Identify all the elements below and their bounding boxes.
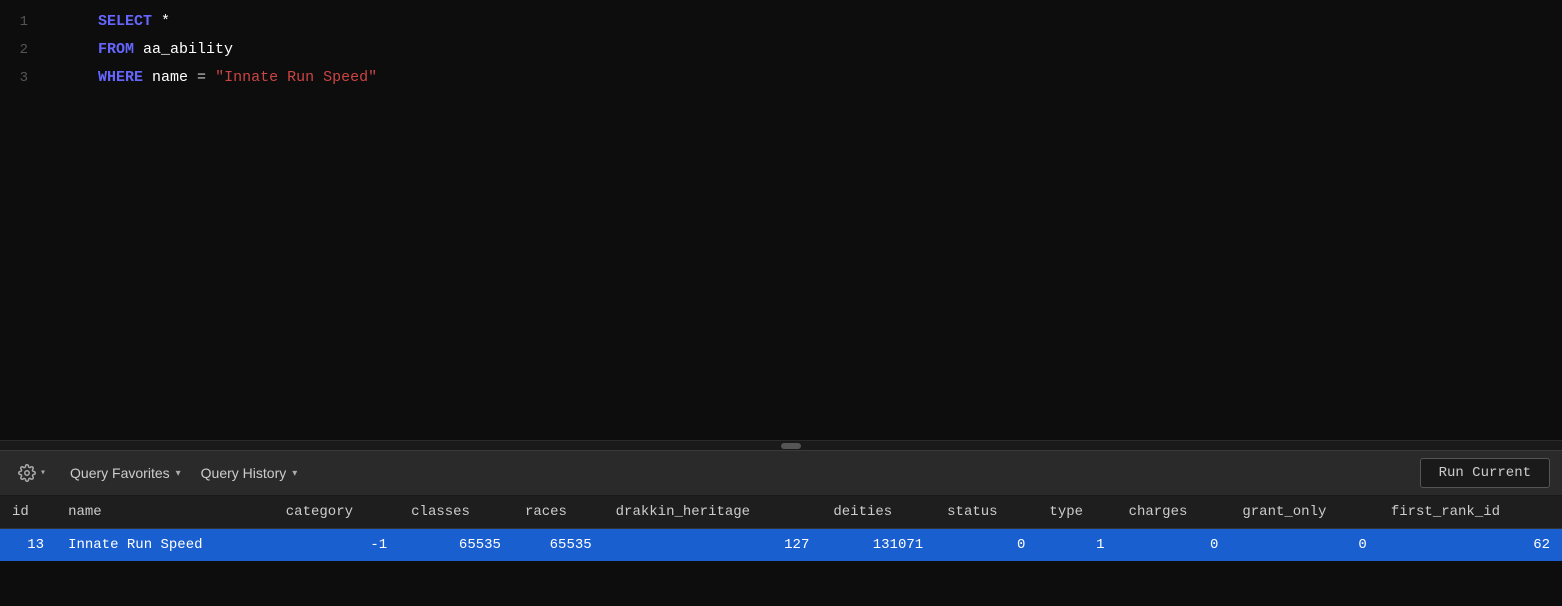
cell-category: -1 — [274, 529, 399, 562]
query-favorites-label: Query Favorites — [70, 465, 170, 481]
sql-editor[interactable]: 1 SELECT * 2 FROM aa_ability 3 WHERE nam… — [0, 0, 1562, 440]
col-classes: classes — [399, 496, 513, 529]
table-row[interactable]: 13 Innate Run Speed -1 65535 65535 127 1… — [0, 529, 1562, 562]
scrollbar-thumb[interactable] — [781, 443, 801, 449]
col-deities: deities — [821, 496, 935, 529]
table-body: 13 Innate Run Speed -1 65535 65535 127 1… — [0, 529, 1562, 562]
cell-grant-only: 0 — [1230, 529, 1378, 562]
results-area[interactable]: id name category classes races drakkin_h… — [0, 496, 1562, 561]
col-status: status — [935, 496, 1037, 529]
gear-dropdown[interactable]: ▾ — [12, 460, 52, 486]
query-history-label: Query History — [201, 465, 287, 481]
cell-deities: 131071 — [821, 529, 935, 562]
col-charges: charges — [1117, 496, 1231, 529]
line-number-1: 1 — [0, 8, 40, 36]
equals-token: = — [197, 69, 206, 86]
keyword-where: WHERE — [98, 69, 143, 86]
col-category: category — [274, 496, 399, 529]
cell-classes: 65535 — [399, 529, 513, 562]
col-first-rank-id: first_rank_id — [1379, 496, 1562, 529]
run-current-button[interactable]: Run Current — [1420, 458, 1550, 488]
gear-icon — [18, 464, 36, 482]
toolbar: ▾ Query Favorites ▾ Query History ▾ Run … — [0, 450, 1562, 496]
col-id: id — [0, 496, 56, 529]
history-chevron-icon: ▾ — [292, 468, 297, 479]
gear-chevron-icon: ▾ — [40, 467, 46, 479]
col-races: races — [513, 496, 604, 529]
col-grant-only: grant_only — [1230, 496, 1378, 529]
where-field: name — [143, 69, 197, 86]
cell-status: 0 — [935, 529, 1037, 562]
col-drakkin-heritage: drakkin_heritage — [604, 496, 822, 529]
cell-races: 65535 — [513, 529, 604, 562]
line-number-3: 3 — [0, 64, 40, 92]
query-history-dropdown[interactable]: Query History ▾ — [191, 459, 308, 487]
table-header: id name category classes races drakkin_h… — [0, 496, 1562, 529]
editor-scrollbar[interactable] — [0, 440, 1562, 450]
cell-charges: 0 — [1117, 529, 1231, 562]
favorites-chevron-icon: ▾ — [176, 468, 181, 479]
code-line-1: 1 SELECT * — [0, 8, 1562, 36]
run-button-label: Run Current — [1439, 465, 1531, 481]
results-table: id name category classes races drakkin_h… — [0, 496, 1562, 561]
cell-type: 1 — [1037, 529, 1116, 562]
code-line-3: 3 WHERE name = "Innate Run Speed" — [0, 64, 1562, 92]
line-number-2: 2 — [0, 36, 40, 64]
cell-name: Innate Run Speed — [56, 529, 274, 562]
cell-id: 13 — [0, 529, 56, 562]
col-type: type — [1037, 496, 1116, 529]
header-row: id name category classes races drakkin_h… — [0, 496, 1562, 529]
col-name: name — [56, 496, 274, 529]
cell-drakkin-heritage: 127 — [604, 529, 822, 562]
cell-first-rank-id: 62 — [1379, 529, 1562, 562]
string-value: "Innate Run Speed" — [206, 69, 377, 86]
query-favorites-dropdown[interactable]: Query Favorites ▾ — [60, 459, 191, 487]
code-content-3: WHERE name = "Innate Run Speed" — [40, 36, 377, 120]
